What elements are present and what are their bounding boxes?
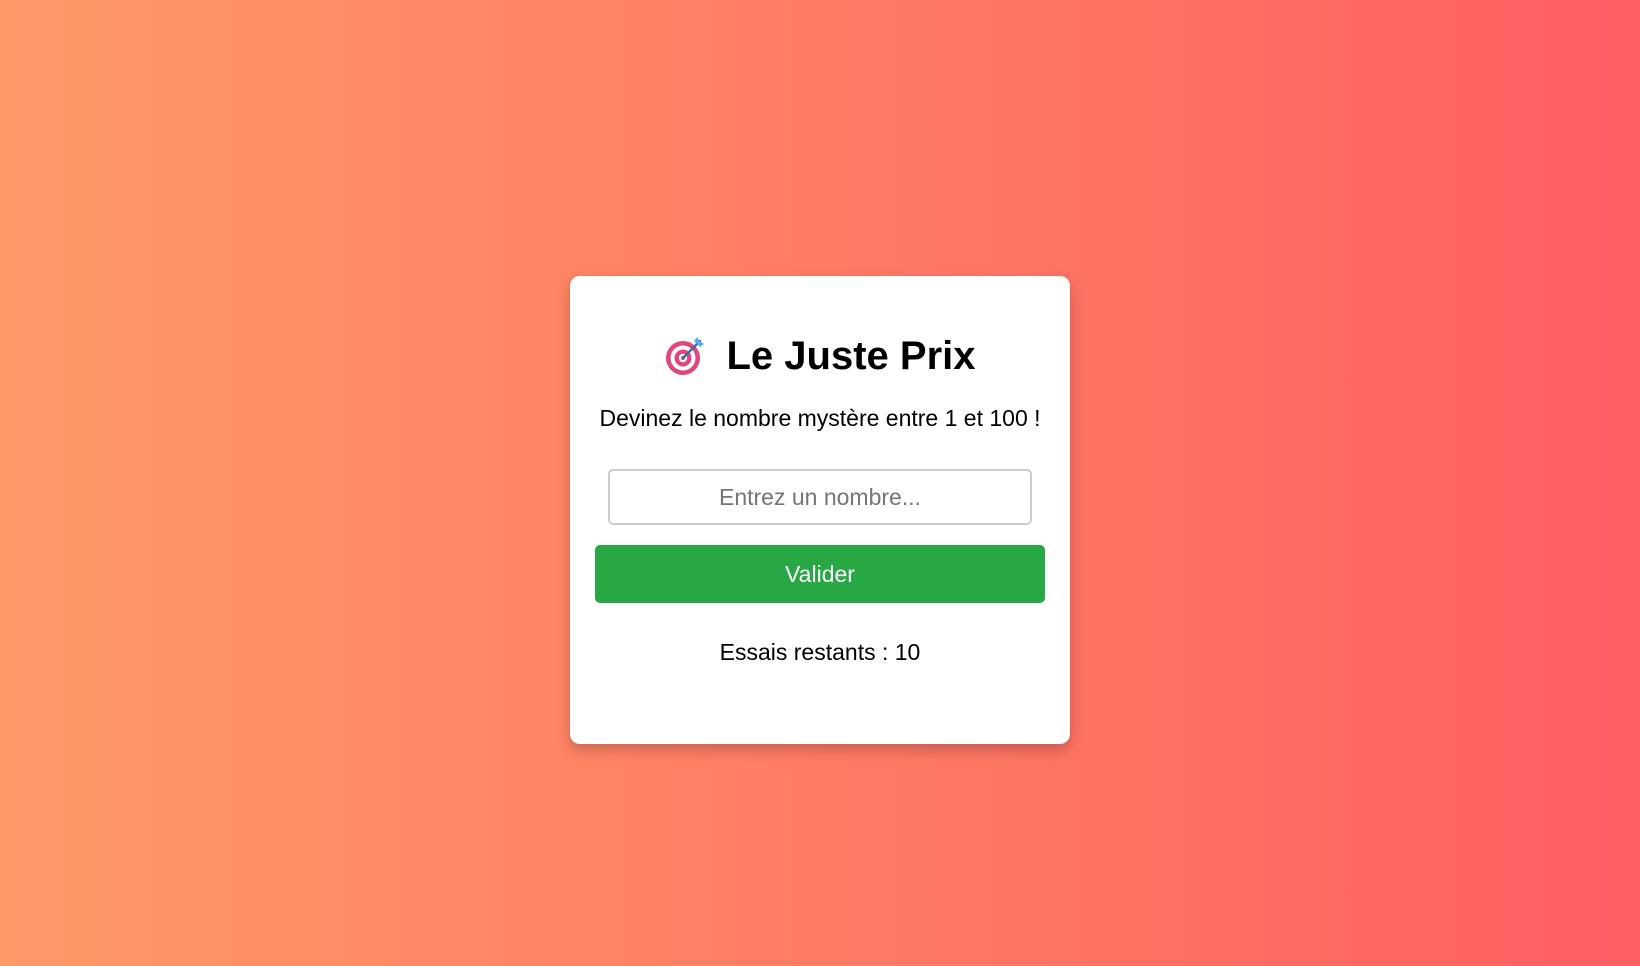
instructions-text: Devinez le nombre mystère entre 1 et 100… [599,405,1041,431]
validate-button[interactable]: Valider [595,545,1045,603]
attempts-remaining: Essais restants : 10 [719,639,921,665]
page-background: { "game": { "title_icon": "direct-hit-ta… [0,0,1640,966]
number-input[interactable] [608,469,1032,525]
page-title: Le Juste Prix [595,332,1045,380]
direct-hit-target-icon [664,335,706,377]
game-card: Le Juste Prix Devinez le nombre mystère … [570,276,1070,744]
title-text: Le Juste Prix [726,333,976,378]
